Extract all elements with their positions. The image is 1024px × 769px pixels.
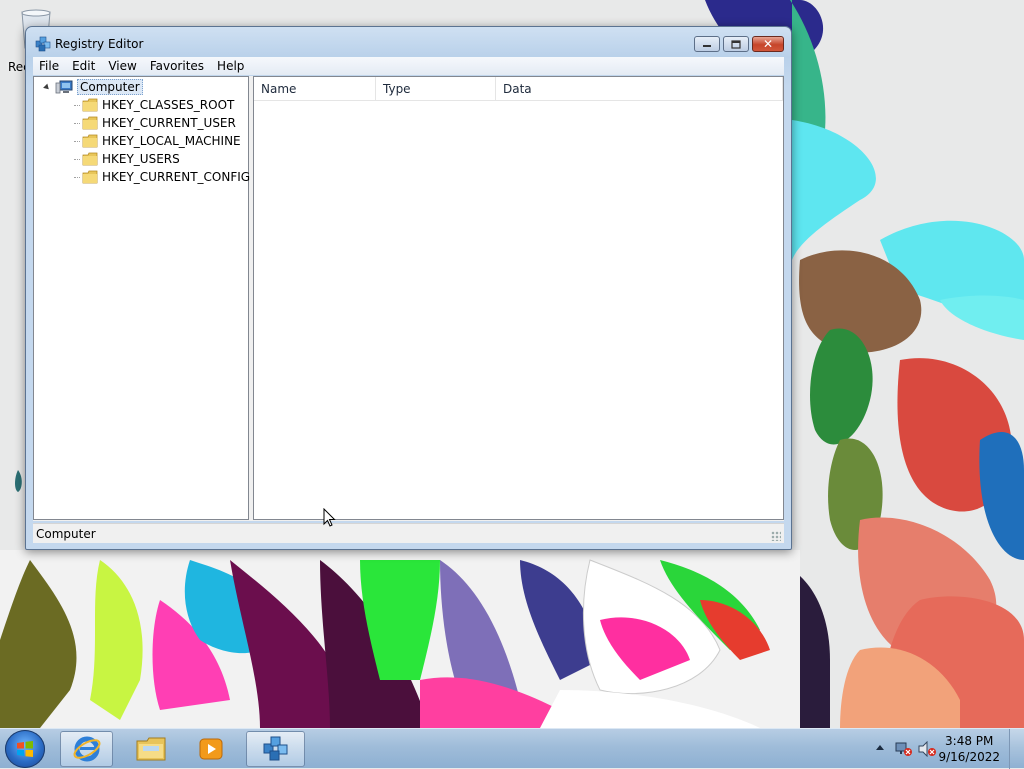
show-desktop-button[interactable] [1009, 729, 1024, 769]
expand-arrow-icon[interactable] [62, 136, 68, 146]
windows-explorer-icon [136, 737, 165, 761]
tree-item-hkey-local-machine[interactable]: HKEY_LOCAL_MACHINE [62, 132, 241, 150]
folder-icon [82, 134, 98, 148]
maximize-button[interactable] [723, 36, 749, 52]
menu-view[interactable]: View [102, 59, 143, 73]
restore-icon [731, 39, 741, 49]
tree-connector [74, 104, 80, 106]
internet-explorer-icon [73, 736, 100, 762]
taskbar-registry-editor[interactable] [246, 731, 305, 767]
tree-item-computer[interactable]: Computer [43, 78, 143, 96]
menu-bar: File Edit View Favorites Help [33, 57, 784, 75]
computer-icon [55, 80, 73, 94]
taskbar-internet-explorer[interactable] [60, 731, 113, 767]
notification-area: 3:48 PM 9/16/2022 [864, 729, 1024, 769]
folder-icon [82, 170, 98, 184]
tree-item-label: HKEY_LOCAL_MACHINE [102, 134, 241, 148]
resize-grip-icon[interactable] [771, 531, 781, 541]
minimize-icon [703, 45, 711, 47]
tree-item-label: HKEY_CURRENT_CONFIG [102, 170, 251, 184]
expand-arrow-icon[interactable] [62, 154, 68, 164]
taskbar-media-player[interactable] [184, 731, 237, 767]
show-hidden-icons-icon[interactable] [876, 745, 884, 750]
menu-edit[interactable]: Edit [66, 59, 102, 73]
tree-item-hkey-users[interactable]: HKEY_USERS [62, 150, 180, 168]
menu-favorites[interactable]: Favorites [144, 59, 211, 73]
registry-editor-window: Registry Editor ✕ File Edit View Favorit… [25, 26, 792, 550]
column-header-data[interactable]: Data [496, 77, 783, 100]
system-clock[interactable]: 3:48 PM 9/16/2022 [938, 733, 1000, 765]
close-icon: ✕ [762, 37, 774, 51]
clock-time: 3:48 PM [945, 734, 994, 748]
caption-buttons: ✕ [691, 36, 784, 54]
expand-arrow-icon[interactable] [62, 118, 68, 128]
menu-file[interactable]: File [33, 59, 66, 73]
status-bar: Computer [33, 523, 784, 543]
network-icon[interactable] [895, 741, 913, 757]
registry-editor-icon [35, 36, 51, 52]
registry-editor-icon [263, 736, 287, 761]
window-title: Registry Editor [55, 37, 144, 51]
column-header-name[interactable]: Name [254, 77, 376, 100]
collapse-arrow-icon[interactable] [43, 83, 51, 91]
column-header-type[interactable]: Type [376, 77, 496, 100]
registry-tree[interactable]: Computer HKEY_CLASSES_ROOT HKEY_CURRENT_… [33, 76, 251, 520]
folder-icon [82, 116, 98, 130]
tree-item-hkey-classes-root[interactable]: HKEY_CLASSES_ROOT [62, 96, 235, 114]
volume-muted-icon[interactable] [917, 741, 937, 757]
tree-item-label: HKEY_CURRENT_USER [102, 116, 236, 130]
title-bar[interactable]: Registry Editor ✕ [26, 27, 791, 55]
client-area: Computer HKEY_CLASSES_ROOT HKEY_CURRENT_… [33, 76, 784, 521]
tree-item-label: Computer [77, 79, 143, 95]
menu-help[interactable]: Help [211, 59, 251, 73]
expand-arrow-icon[interactable] [62, 172, 68, 182]
folder-icon [82, 152, 98, 166]
tree-connector [74, 122, 80, 124]
media-player-icon [199, 738, 222, 760]
close-button[interactable]: ✕ [752, 36, 784, 52]
minimize-button[interactable] [694, 36, 720, 52]
folder-icon [82, 98, 98, 112]
tree-item-label: HKEY_CLASSES_ROOT [102, 98, 235, 112]
taskbar: 3:48 PM 9/16/2022 [0, 728, 1024, 769]
tree-item-hkey-current-user[interactable]: HKEY_CURRENT_USER [62, 114, 236, 132]
mouse-cursor-icon [323, 508, 336, 527]
taskbar-windows-explorer[interactable] [124, 731, 177, 767]
clock-date: 9/16/2022 [938, 750, 1000, 764]
status-text: Computer [36, 526, 96, 541]
expand-arrow-icon[interactable] [62, 100, 68, 110]
tree-item-hkey-current-config[interactable]: HKEY_CURRENT_CONFIG [62, 168, 251, 186]
list-header: Name Type Data [254, 77, 783, 101]
tree-connector [74, 140, 80, 142]
windows-logo-icon [17, 741, 33, 757]
tree-connector [74, 158, 80, 160]
start-button[interactable] [5, 730, 45, 768]
values-list[interactable]: Name Type Data [253, 76, 784, 520]
tree-connector [74, 176, 80, 178]
tree-item-label: HKEY_USERS [102, 152, 180, 166]
